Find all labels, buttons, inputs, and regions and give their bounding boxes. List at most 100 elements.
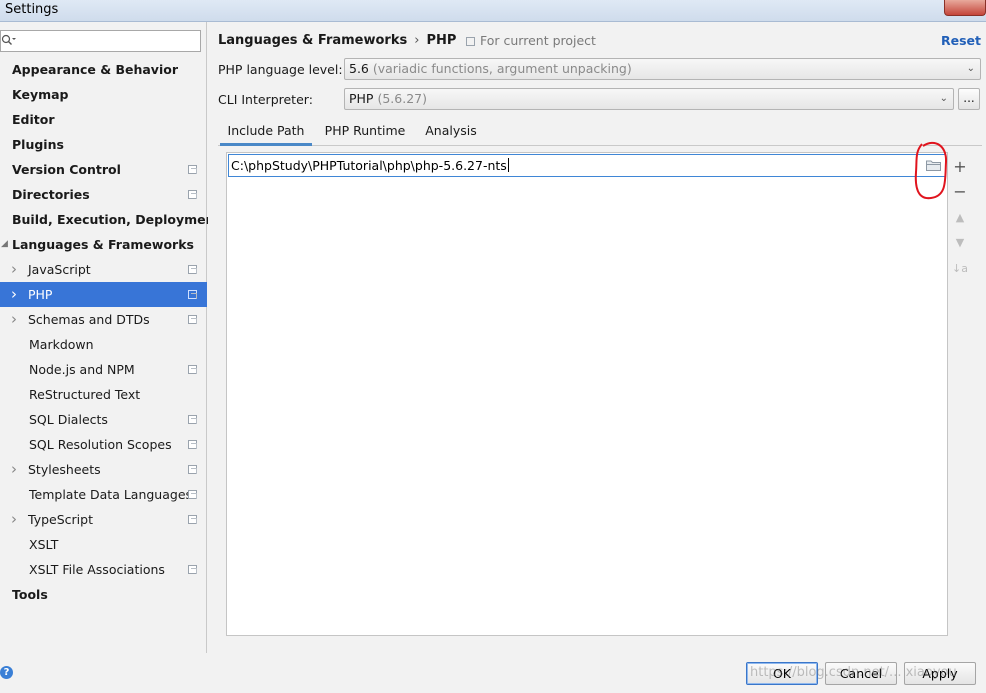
search-icon (1, 34, 17, 48)
sidebar-item-label: PHP (28, 287, 53, 302)
sidebar-item-directories[interactable]: Directories (0, 182, 207, 207)
sidebar-item-typescript[interactable]: › TypeScript (0, 507, 207, 532)
breadcrumb-parent[interactable]: Languages & Frameworks (218, 33, 407, 48)
chevron-right-icon[interactable]: › (11, 457, 17, 482)
project-scope-icon (188, 365, 197, 374)
include-path-entry[interactable]: C:\phpStudy\PHPTutorial\php\php-5.6.27-n… (228, 154, 946, 177)
php-settings-panel: Languages & Frameworks › PHP For current p… (208, 22, 986, 653)
add-icon[interactable]: + (950, 157, 970, 177)
sidebar-item-sql-resolution-scopes[interactable]: SQL Resolution Scopes (0, 432, 207, 457)
project-scope-icon (188, 565, 197, 574)
sidebar-item-node-js-and-npm[interactable]: Node.js and NPM (0, 357, 207, 382)
sidebar-item-label: SQL Dialects (29, 412, 108, 427)
sidebar-item-label: Editor (12, 112, 55, 127)
sidebar-item-php[interactable]: › PHP (0, 282, 207, 307)
sidebar-item-keymap[interactable]: Keymap (0, 82, 207, 107)
window-title: Settings (5, 2, 59, 17)
sidebar-item-editor[interactable]: Editor (0, 107, 207, 132)
sidebar-item-plugins[interactable]: Plugins (0, 132, 207, 157)
sidebar-item-label: Schemas and DTDs (28, 312, 150, 327)
apply-button[interactable]: Apply (904, 662, 976, 685)
sidebar-item-xslt[interactable]: XSLT (0, 532, 207, 557)
sidebar-item-markdown[interactable]: Markdown (0, 332, 207, 357)
cli-interpreter-dropdown[interactable]: PHP (5.6.27) ⌄ (344, 88, 954, 110)
sort-icon[interactable]: ↓a (950, 259, 970, 279)
reset-link[interactable]: Reset (941, 33, 981, 48)
sidebar-item-label: Languages & Frameworks (12, 237, 194, 252)
dialog-footer: ? OK Cancel Apply https://blog.csdn.net/… (0, 653, 986, 693)
cli-interpreter-detail: (5.6.27) (377, 91, 427, 106)
chevron-down-icon: ⌄ (966, 63, 975, 74)
text-caret (507, 158, 509, 172)
cli-interpreter-more-button[interactable]: ... (958, 88, 980, 110)
sidebar-item-schemas-and-dtds[interactable]: › Schemas and DTDs (0, 307, 207, 332)
sidebar-item-label: JavaScript (28, 262, 91, 277)
chevron-right-icon[interactable]: › (11, 307, 17, 332)
project-scope-icon (188, 465, 197, 474)
chevron-right-icon[interactable]: › (11, 507, 17, 532)
remove-icon[interactable]: − (950, 182, 970, 202)
sidebar-item-tools[interactable]: Tools (0, 582, 207, 607)
search-input[interactable] (17, 32, 197, 50)
tab-include-path[interactable]: Include Path (220, 118, 312, 146)
sidebar-item-sql-dialects[interactable]: SQL Dialects (0, 407, 207, 432)
search-field[interactable] (0, 30, 201, 52)
project-scope-icon (188, 315, 197, 324)
sidebar-item-label: Appearance & Behavior (12, 62, 178, 77)
project-scope-icon (188, 515, 197, 524)
sidebar-item-label: Keymap (12, 87, 69, 102)
php-level-label: PHP language level: (218, 62, 343, 77)
sidebar-item-template-data-languages[interactable]: Template Data Languages (0, 482, 207, 507)
breadcrumb-separator: › (414, 33, 420, 48)
sidebar-item-label: XSLT (29, 537, 59, 552)
cli-interpreter-label: CLI Interpreter: (218, 92, 313, 107)
cli-interpreter-value: PHP (349, 91, 374, 106)
sidebar-item-label: XSLT File Associations (29, 562, 165, 577)
ok-button[interactable]: OK (746, 662, 818, 685)
sidebar-item-javascript[interactable]: › JavaScript (0, 257, 207, 282)
scope-indicator: For current project (466, 33, 596, 48)
sidebar-item-restructured-text[interactable]: ReStructured Text (0, 382, 207, 407)
sidebar-item-label: Plugins (12, 137, 64, 152)
sidebar-item-label: Markdown (29, 337, 94, 352)
scope-label: For current project (480, 33, 596, 48)
chevron-right-icon[interactable]: › (11, 257, 17, 282)
sidebar-item-label: Build, Execution, Deployment (12, 212, 221, 227)
include-path-value-wrap: C:\phpStudy\PHPTutorial\php\php-5.6.27-n… (231, 158, 509, 173)
tab-analysis[interactable]: Analysis (418, 118, 484, 146)
breadcrumb: Languages & Frameworks › PHP (218, 33, 456, 48)
move-down-icon[interactable]: ▼ (950, 233, 970, 253)
help-icon[interactable]: ? (0, 666, 13, 679)
folder-icon[interactable] (926, 159, 941, 171)
sidebar-item-languages-frameworks[interactable]: ◢ Languages & Frameworks (0, 232, 207, 257)
window-close-button[interactable] (944, 0, 986, 16)
cancel-button[interactable]: Cancel (825, 662, 897, 685)
sidebar-item-stylesheets[interactable]: › Stylesheets (0, 457, 207, 482)
chevron-down-icon[interactable]: ◢ (1, 232, 8, 257)
sidebar-item-appearance-behavior[interactable]: Appearance & Behavior (0, 57, 207, 82)
sidebar-item-label: Stylesheets (28, 462, 101, 477)
sidebar-item-label: Template Data Languages (29, 487, 193, 502)
sidebar-item-xslt-file-associations[interactable]: XSLT File Associations (0, 557, 207, 582)
chevron-down-icon: ⌄ (939, 93, 948, 104)
sidebar-item-label: Directories (12, 187, 90, 202)
chevron-right-icon[interactable]: › (11, 282, 17, 307)
include-path-list[interactable]: C:\phpStudy\PHPTutorial\php\php-5.6.27-n… (226, 152, 948, 636)
tab-bar: Include Path PHP Runtime Analysis (218, 118, 982, 146)
php-level-value: 5.6 (349, 61, 369, 76)
sidebar-item-build-execution-deployment[interactable]: Build, Execution, Deployment (0, 207, 220, 232)
project-scope-icon (188, 190, 197, 199)
settings-sidebar: Appearance & Behavior Keymap Editor Plugins… (0, 22, 220, 653)
project-scope-icon (188, 490, 197, 499)
project-scope-icon (188, 165, 197, 174)
include-path-value: C:\phpStudy\PHPTutorial\php\php-5.6.27-n… (231, 158, 507, 173)
project-scope-icon (188, 440, 197, 449)
sidebar-item-version-control[interactable]: Version Control (0, 157, 207, 182)
tab-php-runtime[interactable]: PHP Runtime (322, 118, 408, 146)
move-up-icon[interactable]: ▲ (950, 208, 970, 228)
title-bar: Settings (0, 0, 986, 22)
settings-tree: Appearance & Behavior Keymap Editor Plugins… (0, 57, 220, 607)
php-level-dropdown[interactable]: 5.6 (variadic functions, argument unpack… (344, 58, 981, 80)
php-level-detail: (variadic functions, argument unpacking) (372, 61, 632, 76)
project-scope-icon (188, 415, 197, 424)
